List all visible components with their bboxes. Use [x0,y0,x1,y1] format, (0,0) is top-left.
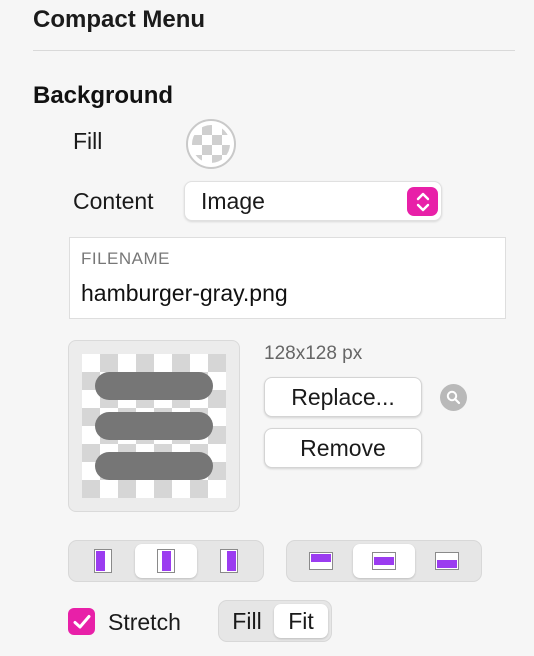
remove-button[interactable]: Remove [264,428,422,468]
stretch-label: Stretch [108,609,181,635]
image-dimensions: 128x128 px [264,343,363,364]
align-bottom-icon [435,552,459,570]
horizontal-alignment-control [68,540,264,582]
fill-fit-control: Fill Fit [218,600,332,642]
filename-value: hamburger-gray.png [81,280,288,306]
align-middle-vertical-option[interactable] [353,544,415,578]
align-middle-vertical-icon [372,552,396,570]
align-right-icon [220,549,238,573]
vertical-alignment-control [286,540,482,582]
fill-mode-option[interactable]: Fill [222,604,272,638]
align-top-icon [309,552,333,570]
filename-field[interactable]: FILENAME hamburger-gray.png [69,237,506,319]
checkerboard-transparent-icon [192,125,230,163]
image-preview[interactable] [68,340,240,512]
align-left-icon [94,549,112,573]
content-label: Content [73,188,154,214]
align-right-option[interactable] [198,544,260,578]
align-left-option[interactable] [72,544,134,578]
stretch-checkbox[interactable] [68,608,95,635]
content-type-value: Image [201,188,265,214]
magnifier-icon[interactable] [440,384,467,411]
hamburger-menu-icon [82,354,226,498]
align-top-option[interactable] [290,544,352,578]
checkmark-icon [73,614,90,628]
fill-label: Fill [73,128,103,154]
align-center-horizontal-option[interactable] [135,544,197,578]
background-heading: Background [33,82,174,109]
chevron-up-down-icon[interactable] [407,187,438,216]
fill-color-swatch[interactable] [186,119,236,169]
align-center-horizontal-icon [157,549,175,573]
align-bottom-option[interactable] [416,544,478,578]
section-divider [33,50,515,51]
fit-mode-option[interactable]: Fit [274,604,328,638]
replace-button[interactable]: Replace... [264,377,422,417]
hamburger-bar [95,372,213,400]
filename-caption: FILENAME [81,249,171,268]
hamburger-bar [95,452,213,480]
section-title: Compact Menu [33,6,206,33]
content-type-select[interactable]: Image [184,181,442,221]
hamburger-bar [95,412,213,440]
